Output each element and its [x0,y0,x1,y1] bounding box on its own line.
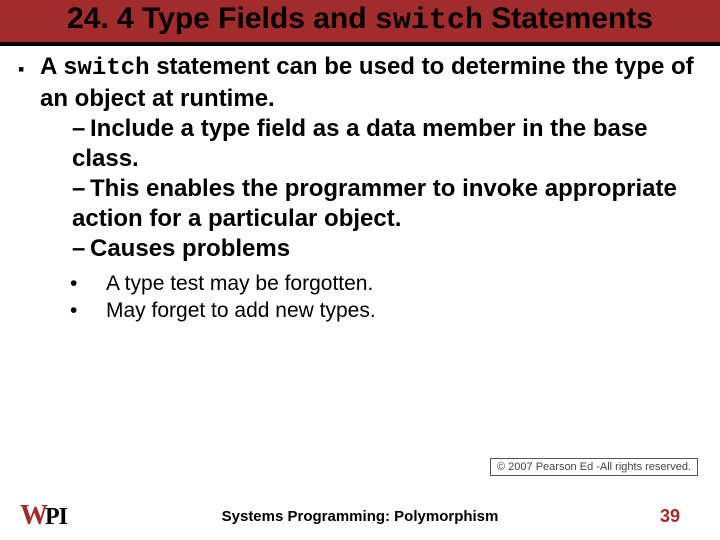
footer-title: Systems Programming: Polymorphism [0,508,720,525]
footer: WPI Systems Programming: Polymorphism 39 [0,492,720,540]
sub-text: Include a type field as a data member in… [72,115,648,172]
title-mono: switch [375,4,483,38]
title-bar: 24. 4 Type Fields and switch Statements [0,0,720,46]
copyright-text: © 2007 Pearson Ed -All rights reserved. [497,461,691,473]
subsub-wrap: •A type test may be forgotten. •May forg… [18,264,702,325]
bullet-marker: ▪ [18,52,40,114]
bullet-mono: switch [63,55,149,82]
sub-text: Causes problems [90,235,290,262]
subsub-bullet: •May forget to add new types. [88,297,702,324]
bullet-text: A switch statement can be used to determ… [40,52,702,114]
sub-bullet: –This enables the programmer to invoke a… [18,174,702,234]
sub-bullet: –Causes problems [18,234,702,264]
title-pre: 24. 4 Type Fields and [67,2,375,35]
wpi-logo: WPI [20,500,67,532]
slide: 24. 4 Type Fields and switch Statements … [0,0,720,540]
subsub-text: A type test may be forgotten. [106,272,373,295]
sub-text: This enables the programmer to invoke ap… [72,175,677,232]
body: ▪ A switch statement can be used to dete… [0,46,720,325]
sub-bullet: –Include a type field as a data member i… [18,114,702,174]
logo-pi: PI [45,504,67,531]
logo-w: W [20,500,47,532]
copyright-box: © 2007 Pearson Ed -All rights reserved. [490,458,698,476]
subsub-bullet: •A type test may be forgotten. [88,270,702,297]
subsub-text: May forget to add new types. [106,299,376,322]
bullet-pre: A [40,53,63,80]
page-number: 39 [660,506,680,527]
title-post: Statements [483,2,653,35]
bullet-level0: ▪ A switch statement can be used to dete… [18,52,702,114]
slide-title: 24. 4 Type Fields and switch Statements [0,2,720,42]
